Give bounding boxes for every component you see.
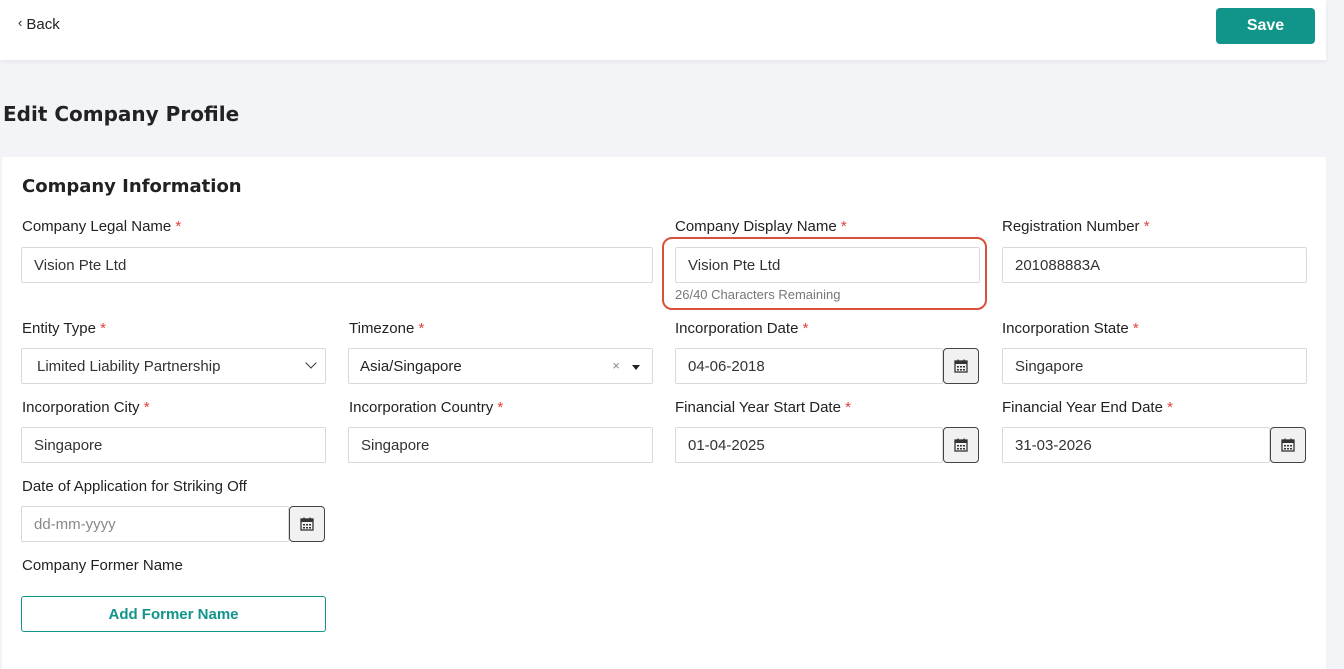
striking-off-input[interactable]: dd-mm-yyyy	[21, 506, 289, 542]
calendar-icon	[300, 517, 314, 531]
incorporation-date-calendar-button[interactable]	[943, 348, 979, 384]
caret-down-icon	[632, 365, 640, 370]
legal-name-label: Company Legal Name *	[22, 218, 182, 235]
chevron-down-icon	[305, 357, 317, 369]
page-title: Edit Company Profile	[3, 102, 240, 126]
calendar-icon	[954, 359, 968, 373]
fy-start-calendar-button[interactable]	[943, 427, 979, 463]
calendar-icon	[1281, 438, 1295, 452]
incorporation-date-label: Incorporation Date *	[675, 320, 809, 337]
timezone-label: Timezone *	[349, 320, 425, 337]
striking-off-calendar-button[interactable]	[289, 506, 325, 542]
fy-end-input[interactable]: 31-03-2026	[1002, 427, 1270, 463]
add-former-name-button[interactable]: Add Former Name	[21, 596, 326, 632]
entity-type-label: Entity Type *	[22, 320, 106, 337]
fy-start-input[interactable]: 01-04-2025	[675, 427, 943, 463]
legal-name-input[interactable]: Vision Pte Ltd	[21, 247, 653, 283]
registration-number-input[interactable]: 201088883A	[1002, 247, 1307, 283]
timezone-select[interactable]: Asia/Singapore ×	[348, 348, 653, 384]
incorporation-date-input[interactable]: 04-06-2018	[675, 348, 943, 384]
chevron-left-icon: ‹	[18, 15, 23, 30]
fy-end-label: Financial Year End Date *	[1002, 399, 1173, 416]
fy-start-label: Financial Year Start Date *	[675, 399, 851, 416]
former-name-label: Company Former Name	[22, 557, 183, 574]
back-link[interactable]: ‹ Back	[18, 16, 60, 33]
registration-number-label: Registration Number *	[1002, 218, 1150, 235]
section-title: Company Information	[22, 176, 242, 197]
incorporation-state-input[interactable]: Singapore	[1002, 348, 1307, 384]
clear-icon[interactable]: ×	[612, 358, 620, 373]
fy-end-calendar-button[interactable]	[1270, 427, 1306, 463]
top-bar: ‹ Back Save	[0, 0, 1326, 60]
display-name-highlight	[662, 237, 987, 310]
incorporation-city-label: Incorporation City *	[22, 399, 150, 416]
company-information-card: Company Information Company Legal Name *…	[2, 157, 1326, 669]
striking-off-label: Date of Application for Striking Off	[22, 478, 247, 495]
save-button[interactable]: Save	[1216, 8, 1315, 44]
incorporation-country-input[interactable]: Singapore	[348, 427, 653, 463]
incorporation-country-label: Incorporation Country *	[349, 399, 504, 416]
incorporation-state-label: Incorporation State *	[1002, 320, 1139, 337]
incorporation-city-input[interactable]: Singapore	[21, 427, 326, 463]
display-name-label: Company Display Name *	[675, 218, 847, 235]
entity-type-select[interactable]: Limited Liability Partnership	[21, 348, 326, 384]
calendar-icon	[954, 438, 968, 452]
back-label: Back	[26, 16, 60, 33]
